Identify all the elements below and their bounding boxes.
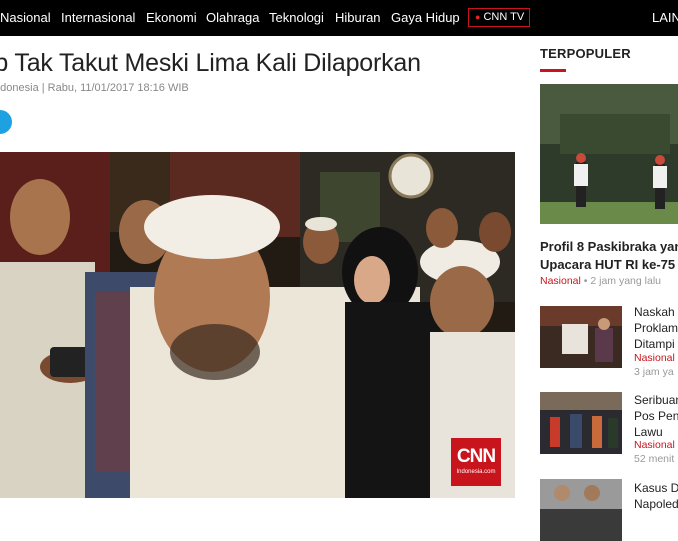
featured-category[interactable]: Nasional — [540, 275, 581, 287]
featured-thumbnail-image — [540, 84, 678, 224]
list-item-title[interactable]: Naskah Proklam Ditampi — [634, 304, 678, 352]
nav-item-teknologi[interactable]: Teknologi — [269, 10, 324, 26]
list-item-title-line2: Napoled — [634, 497, 678, 511]
share-icon[interactable] — [0, 110, 12, 134]
cnn-logo-subtext: Indonesia.com — [456, 469, 496, 475]
article-photo-illustration — [0, 152, 515, 498]
list-item-time: 52 menit — [634, 453, 675, 465]
featured-title-line1: Profil 8 Paskibraka yang — [540, 239, 678, 254]
list-item-title-line2: Proklam — [634, 321, 678, 335]
nav-item-hiburan[interactable]: Hiburan — [335, 10, 381, 26]
nav-item-lainnya[interactable]: LAIN — [652, 10, 678, 26]
list-item-category[interactable]: Nasional — [634, 439, 675, 451]
list-item-category[interactable]: Nasional — [634, 352, 675, 364]
nav-item-gaya-hidup[interactable]: Gaya Hidup — [391, 10, 460, 26]
article-byline: Indonesia | Rabu, 11/01/2017 18:16 WIB — [0, 82, 189, 94]
nav-item-ekonomi[interactable]: Ekonomi — [146, 10, 197, 26]
featured-title-line2: Upacara HUT RI ke-75 — [540, 257, 676, 272]
list-item-title-line3: Lawu — [634, 425, 663, 439]
list-item-time: 3 jam ya — [634, 366, 674, 378]
list-item-thumbnail[interactable] — [540, 392, 622, 454]
live-dot-icon: ● — [475, 12, 481, 22]
list-item-title-line1: Seribuan — [634, 393, 678, 407]
list-item-title-line1: Kasus D — [634, 481, 678, 495]
list-item-thumbnail-image — [540, 479, 622, 541]
featured-thumbnail[interactable] — [540, 84, 678, 224]
cnn-tv-label: CNN TV — [483, 11, 525, 23]
nav-item-nasional[interactable]: Nasional — [0, 10, 51, 26]
list-item-thumbnail[interactable] — [540, 479, 622, 541]
list-item-thumbnail-image — [540, 306, 622, 368]
featured-time: • 2 jam yang lalu — [583, 275, 661, 287]
cnn-logo: CNN Indonesia.com — [451, 438, 501, 486]
top-navigation: Nasional Internasional Ekonomi Olahraga … — [0, 0, 678, 36]
list-item-title-line1: Naskah — [634, 305, 675, 319]
list-item-title[interactable]: Kasus D Napoled — [634, 480, 678, 512]
nav-item-internasional[interactable]: Internasional — [61, 10, 135, 26]
list-item-thumbnail-image — [540, 392, 622, 454]
featured-meta: Nasional • 2 jam yang lalu — [540, 275, 661, 287]
list-item-thumbnail[interactable] — [540, 306, 622, 368]
sidebar-title: TERPOPULER — [540, 46, 631, 61]
article-photo: CNN Indonesia.com — [0, 152, 515, 498]
cnn-logo-text: CNN — [456, 446, 496, 467]
list-item-title[interactable]: Seribuan Pos Pen Lawu — [634, 392, 678, 440]
article-headline: hab Tak Takut Meski Lima Kali Dilaporkan — [0, 49, 421, 77]
list-item-title-line2: Pos Pen — [634, 409, 678, 423]
sidebar-title-underline — [540, 69, 566, 72]
nav-item-olahraga[interactable]: Olahraga — [206, 10, 259, 26]
list-item-title-line3: Ditampi — [634, 337, 675, 351]
cnn-tv-button[interactable]: ● CNN TV — [468, 8, 530, 27]
featured-title[interactable]: Profil 8 Paskibraka yang Upacara HUT RI … — [540, 238, 678, 274]
